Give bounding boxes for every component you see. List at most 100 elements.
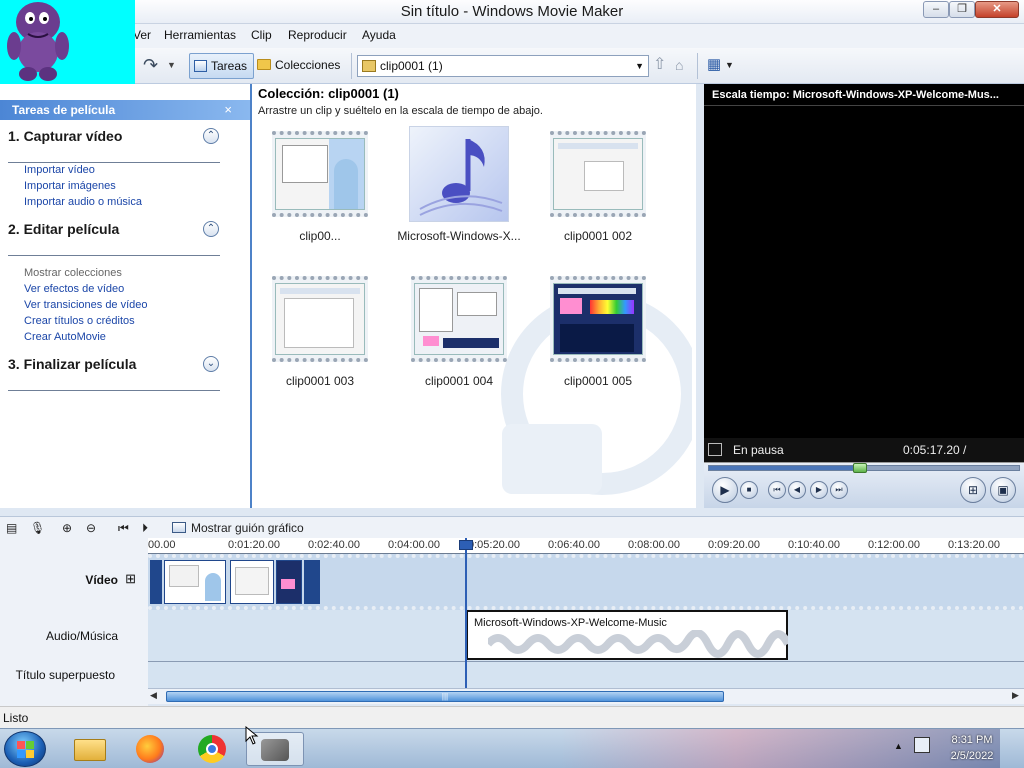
collection-select[interactable]: clip0001 (1) ▼ <box>357 55 649 77</box>
playhead-handle[interactable] <box>459 540 473 550</box>
scroll-thumb[interactable]: ||| <box>166 691 724 702</box>
menu-ayuda[interactable]: Ayuda <box>362 28 396 42</box>
task-heading-edit[interactable]: 2. Editar película <box>8 221 119 237</box>
timeline-video-clip[interactable] <box>230 560 274 604</box>
timeline-ruler[interactable]: 00.00 0:01:20.00 0:02:40.00 0:04:00.00 0:05:… <box>148 538 1024 554</box>
play-button[interactable]: ▶ <box>712 477 738 503</box>
collapse-capture-icon[interactable]: ⌃ <box>203 128 219 144</box>
timeline-video-clip[interactable] <box>164 560 226 604</box>
clip-thumbnail[interactable] <box>550 276 646 362</box>
scroll-right-icon[interactable]: ▶ <box>1012 690 1019 701</box>
toolbar: ↷ ▼ Tareas Colecciones clip0001 (1) ▼ ⇧ … <box>135 48 1024 84</box>
start-button[interactable] <box>4 731 46 767</box>
view-options-icon[interactable]: ▦ <box>707 53 721 79</box>
camera-snapshot-icon[interactable]: ▣ <box>990 477 1016 503</box>
expand-video-track-icon[interactable]: ⊞ <box>125 571 136 587</box>
tasks-icon <box>194 60 207 72</box>
zoom-out-icon[interactable]: ⊖ <box>86 520 96 536</box>
music-clip-thumbnail[interactable] <box>409 126 509 222</box>
tasks-label: Tareas <box>211 59 248 73</box>
show-hidden-icons-icon[interactable]: ▲ <box>894 741 903 751</box>
view-dropdown-icon[interactable]: ▼ <box>725 53 734 79</box>
clip-thumbnail[interactable] <box>272 276 368 362</box>
rewind-timeline-icon[interactable]: ⏮ <box>118 520 129 536</box>
clip-label: clip0001 005 <box>563 374 633 388</box>
show-storyboard-button[interactable]: Mostrar guión gráfico <box>172 520 304 536</box>
timeline-playhead[interactable] <box>459 538 473 688</box>
redo-dropdown-icon[interactable]: ▼ <box>167 53 176 79</box>
seek-thumb[interactable] <box>853 463 867 473</box>
ruler-tick: 0:10:40.00 <box>788 539 840 551</box>
expand-finish-icon[interactable]: ⌄ <box>203 356 219 372</box>
task-heading-finish[interactable]: 3. Finalizar película <box>8 356 136 372</box>
up-level-icon[interactable]: ⇧ <box>653 53 666 79</box>
narrate-icon[interactable]: 🎙 <box>30 520 45 536</box>
folder-icon <box>257 59 271 70</box>
menu-ver[interactable]: Ver <box>133 28 151 42</box>
transition-marker[interactable] <box>304 560 320 604</box>
ruler-tick: 0:01:20.00 <box>228 539 280 551</box>
menu-bar: Ver Herramientas Clip Reproducir Ayuda <box>133 24 1024 48</box>
audio-track[interactable]: Microsoft-Windows-XP-Welcome-Music <box>148 610 1024 662</box>
collections-button[interactable]: Colecciones <box>257 53 340 79</box>
file-explorer-icon[interactable] <box>64 732 116 766</box>
rewind-button[interactable]: ⏮ <box>768 481 786 499</box>
link-video-transitions[interactable]: Ver transiciones de vídeo <box>24 299 148 311</box>
collection-select-icon <box>362 60 376 72</box>
show-storyboard-label: Mostrar guión gráfico <box>191 521 304 535</box>
preview-status-bar: En pausa 0:05:17.20 / 0:10:41.87 <box>704 438 1024 481</box>
stop-button[interactable]: ■ <box>740 481 758 499</box>
chrome-icon[interactable] <box>186 732 238 766</box>
wallpaper-peek <box>560 729 1000 768</box>
link-automovie[interactable]: Crear AutoMovie <box>24 331 106 343</box>
transition-marker[interactable] <box>150 560 162 604</box>
forward-button[interactable]: ⏭ <box>830 481 848 499</box>
link-video-effects[interactable]: Ver efectos de vídeo <box>24 283 124 295</box>
divider <box>8 390 220 391</box>
scroll-left-icon[interactable]: ◀ <box>150 690 157 701</box>
close-icon[interactable]: × <box>224 100 232 120</box>
clip-thumbnail[interactable] <box>550 131 646 217</box>
menu-reproducir[interactable]: Reproducir <box>288 28 347 42</box>
split-clip-icon[interactable] <box>708 443 722 456</box>
clip-thumbnail[interactable] <box>411 276 507 362</box>
link-titles-credits[interactable]: Crear títulos o créditos <box>24 315 135 327</box>
timeline-scrollbar[interactable]: ◀ ||| ▶ <box>148 688 1024 704</box>
timeline-settings-icon[interactable]: ▤ <box>6 520 17 536</box>
chevron-down-icon: ▼ <box>635 61 644 71</box>
link-show-collections[interactable]: Mostrar colecciones <box>24 267 122 279</box>
clip-label: Microsoft-Windows-X... <box>397 229 521 243</box>
link-import-audio[interactable]: Importar audio o música <box>24 196 142 208</box>
clip-thumbnail[interactable] <box>272 131 368 217</box>
status-bar: Listo <box>0 706 1024 728</box>
menu-clip[interactable]: Clip <box>251 28 272 42</box>
timeline-audio-clip[interactable]: Microsoft-Windows-XP-Welcome-Music <box>466 610 788 660</box>
ruler-tick: 0:05:20.00 <box>468 539 520 551</box>
network-icon[interactable] <box>914 737 930 753</box>
video-track[interactable] <box>148 554 1024 610</box>
play-timeline-icon[interactable]: ⏵ <box>142 520 148 536</box>
new-folder-icon[interactable]: ⌂ <box>675 53 683 79</box>
previous-frame-button[interactable]: ◀ <box>788 481 806 499</box>
link-import-images[interactable]: Importar imágenes <box>24 180 116 192</box>
ruler-tick: 0:02:40.00 <box>308 539 360 551</box>
zoom-in-icon[interactable]: ⊕ <box>62 520 72 536</box>
redo-icon[interactable]: ↷ <box>143 53 158 79</box>
collapse-edit-icon[interactable]: ⌃ <box>203 221 219 237</box>
taskbar-clock[interactable]: 8:31 PM 2/5/2022 <box>940 732 1004 764</box>
menu-herramientas[interactable]: Herramientas <box>164 28 236 42</box>
minimize-button[interactable]: – <box>923 1 949 18</box>
divider <box>8 162 220 163</box>
tasks-button[interactable]: Tareas <box>189 53 255 79</box>
timeline-video-clip[interactable] <box>276 560 302 604</box>
next-frame-button[interactable]: ▶ <box>810 481 828 499</box>
close-button[interactable]: ✕ <box>975 1 1019 18</box>
clip-label: clip0001 003 <box>285 374 355 388</box>
restore-button[interactable]: ❐ <box>949 1 975 18</box>
collections-label: Colecciones <box>275 58 341 72</box>
title-overlay-track[interactable] <box>148 662 1024 688</box>
split-button[interactable]: ⊞ <box>960 477 986 503</box>
firefox-icon[interactable] <box>124 732 176 766</box>
link-import-video[interactable]: Importar vídeo <box>24 164 95 176</box>
task-heading-capture[interactable]: 1. Capturar vídeo <box>8 128 122 144</box>
